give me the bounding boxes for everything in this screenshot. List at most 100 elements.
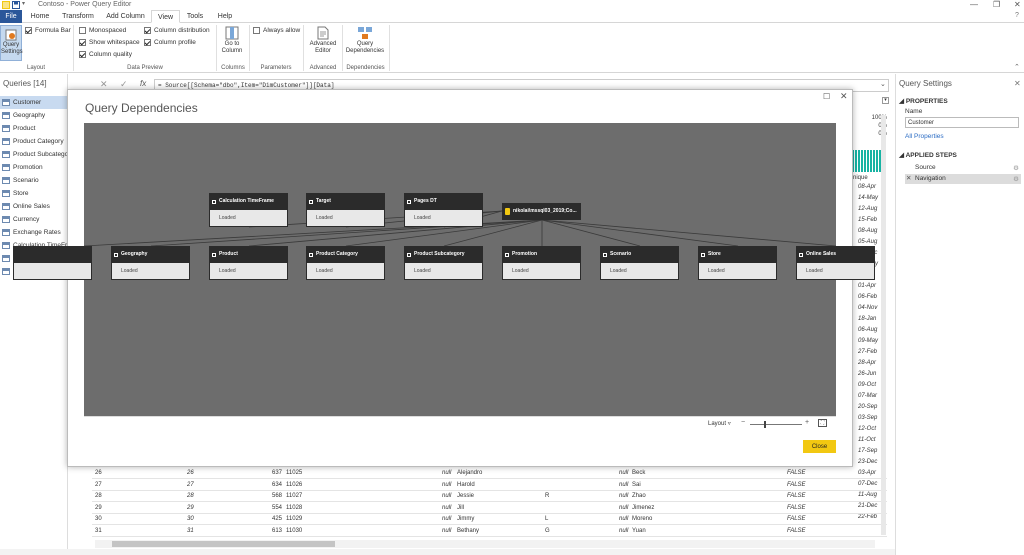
dependency-node[interactable]: Calculation TimeFrame Loaded bbox=[209, 193, 288, 227]
tab-tools[interactable]: Tools bbox=[184, 10, 206, 23]
column-filter-icon[interactable]: ▾ bbox=[882, 97, 889, 104]
maximize-icon[interactable]: ❐ bbox=[993, 0, 1000, 9]
applied-steps-header: ◢ APPLIED STEPS bbox=[899, 151, 957, 159]
query-item[interactable]: Customer bbox=[0, 96, 68, 109]
column-quality-checkbox[interactable]: Column quality bbox=[79, 51, 132, 58]
table-row[interactable]: 28 28 568 11027 null Jessie null R Zhao FALSE bbox=[92, 491, 887, 502]
close-window-icon[interactable]: ✕ bbox=[1014, 0, 1021, 9]
node-status: Loaded bbox=[210, 210, 287, 226]
node-header: Pages DT bbox=[407, 193, 437, 210]
table-row[interactable]: 31 31 613 11030 null Bethany null G Yuan FALSE bbox=[92, 526, 887, 537]
collapse-icon[interactable]: ◢ bbox=[899, 152, 906, 159]
table-row[interactable]: 27 27 634 11026 null Harold null Sai FALSE bbox=[92, 480, 887, 491]
query-item[interactable]: Geography bbox=[0, 109, 68, 122]
dependency-canvas[interactable]: Calculation TimeFrame Loaded Target Loaded P… bbox=[13, 123, 875, 416]
date-cell: 08-Apr bbox=[858, 184, 877, 190]
quick-access-dropdown-icon[interactable]: ▾ bbox=[22, 0, 25, 7]
zoom-in-icon[interactable]: + bbox=[805, 419, 809, 426]
dependency-node[interactable]: Product Subcategory Loaded bbox=[404, 246, 483, 280]
table-row[interactable]: 29 29 554 11028 null Jill null Jimenez FALSE bbox=[92, 503, 887, 514]
source-node[interactable]: nikolai\mssql03_2019;Co... bbox=[502, 203, 581, 220]
name-input[interactable]: Customer bbox=[905, 117, 1019, 128]
dependency-node[interactable]: Store Loaded bbox=[698, 246, 777, 280]
query-item[interactable]: Promotion bbox=[0, 161, 68, 174]
query-dependencies-button[interactable]: Query Dependencies bbox=[344, 26, 386, 55]
help-icon[interactable]: ? bbox=[1015, 12, 1019, 19]
show-whitespace-checkbox[interactable]: Show whitespace bbox=[79, 39, 140, 46]
dependency-node[interactable]: Target Loaded bbox=[306, 193, 385, 227]
show-whitespace-label: Show whitespace bbox=[89, 39, 140, 46]
query-item[interactable]: Product Subcatego bbox=[0, 148, 68, 161]
tab-file[interactable]: File bbox=[0, 10, 22, 23]
query-item[interactable]: Online Sales bbox=[0, 200, 68, 213]
query-item[interactable]: Currency bbox=[0, 213, 68, 226]
dependency-node[interactable]: Product Loaded bbox=[209, 246, 288, 280]
all-properties-link[interactable]: All Properties bbox=[905, 133, 944, 140]
zoom-slider[interactable] bbox=[750, 424, 802, 425]
dependency-node[interactable]: Online Sales Loaded bbox=[796, 246, 875, 280]
query-item-label: Product bbox=[13, 125, 36, 132]
collapse-ribbon-icon[interactable]: ⌃ bbox=[1014, 63, 1020, 71]
dependency-node[interactable]: Scenario Loaded bbox=[600, 246, 679, 280]
node-title: Promotion bbox=[512, 251, 537, 257]
cell-last: Jimenez bbox=[632, 504, 655, 511]
date-cell: 07-Mar bbox=[858, 393, 878, 399]
column-profile-checkbox[interactable]: Column profile bbox=[144, 39, 196, 46]
go-to-column-button[interactable]: Go to Column bbox=[219, 26, 245, 55]
query-item[interactable]: Store bbox=[0, 187, 68, 200]
advanced-editor-button[interactable]: Advanced Editor bbox=[306, 26, 340, 55]
monospaced-checkbox[interactable]: Monospaced bbox=[79, 27, 126, 34]
step-navigation[interactable]: ✕ Navigation ⚙ bbox=[905, 174, 1021, 184]
query-settings-button[interactable]: Query Settings bbox=[0, 25, 23, 61]
table-row[interactable]: 30 30 425 11029 null Jimmy null L Moreno FALSE bbox=[92, 514, 887, 525]
save-icon[interactable] bbox=[12, 1, 20, 9]
step-settings-gear-icon[interactable]: ⚙ bbox=[1013, 164, 1019, 172]
maximize-dialog-icon[interactable]: ☐ bbox=[823, 92, 830, 101]
node-title: Scenario bbox=[610, 251, 632, 257]
vertical-scrollbar[interactable] bbox=[881, 115, 886, 535]
close-dialog-icon[interactable]: ✕ bbox=[840, 91, 848, 102]
fit-to-screen-icon[interactable]: ⛶ bbox=[818, 419, 827, 427]
tab-transform[interactable]: Transform bbox=[58, 10, 98, 23]
query-item[interactable]: Scenario bbox=[0, 174, 68, 187]
zoom-out-icon[interactable]: − bbox=[741, 419, 745, 426]
minimize-icon[interactable]: — bbox=[970, 0, 978, 9]
formula-bar-checkbox[interactable]: Formula Bar bbox=[25, 27, 71, 34]
table-row[interactable]: 26 26 637 11025 null Alejandro null Beck FALSE bbox=[92, 468, 887, 479]
column-distribution-checkbox[interactable]: Column distribution bbox=[144, 27, 210, 34]
dependency-edge bbox=[541, 219, 836, 247]
tab-view[interactable]: View bbox=[151, 10, 180, 23]
formula-bar-label: Formula Bar bbox=[35, 27, 71, 34]
query-item[interactable]: Product bbox=[0, 122, 68, 135]
close-settings-icon[interactable]: ✕ bbox=[1014, 79, 1021, 88]
close-button[interactable]: Close bbox=[803, 440, 836, 453]
query-item[interactable]: Product Category bbox=[0, 135, 68, 148]
query-item[interactable]: Exchange Rates bbox=[0, 226, 68, 239]
node-status: Loaded bbox=[503, 263, 580, 279]
step-source[interactable]: Source ⚙ bbox=[905, 163, 1021, 173]
query-settings-label: Query Settings bbox=[1, 42, 23, 55]
expand-formula-icon[interactable]: ⌄ bbox=[880, 80, 886, 88]
dependency-node[interactable]: Geography Loaded bbox=[111, 246, 190, 280]
collapse-icon[interactable]: ◢ bbox=[899, 98, 906, 105]
tab-help[interactable]: Help bbox=[214, 10, 236, 23]
tab-add-column[interactable]: Add Column bbox=[103, 10, 148, 23]
tab-home[interactable]: Home bbox=[27, 10, 53, 23]
layout-dropdown[interactable]: Layout ▿ bbox=[708, 420, 731, 427]
dependency-node[interactable]: Product Category Loaded bbox=[306, 246, 385, 280]
delete-step-icon[interactable]: ✕ bbox=[906, 174, 911, 182]
fx-icon: fx bbox=[140, 79, 147, 88]
cell-n: 30 bbox=[95, 516, 102, 522]
ribbon-separator bbox=[389, 25, 390, 71]
cell-first: Jimmy bbox=[457, 516, 475, 522]
zoom-slider-thumb[interactable] bbox=[764, 421, 766, 428]
scrollbar-thumb[interactable] bbox=[112, 541, 335, 547]
dependency-node-partial[interactable] bbox=[13, 246, 92, 280]
dependency-node[interactable]: Pages DT Loaded bbox=[404, 193, 483, 227]
cell-key: 568 bbox=[272, 493, 283, 499]
step-settings-gear-icon[interactable]: ⚙ bbox=[1013, 175, 1019, 183]
always-allow-checkbox[interactable]: Always allow bbox=[253, 27, 300, 34]
table-icon bbox=[407, 252, 411, 257]
column-quality-label: Column quality bbox=[89, 51, 132, 58]
dependency-node[interactable]: Promotion Loaded bbox=[502, 246, 581, 280]
